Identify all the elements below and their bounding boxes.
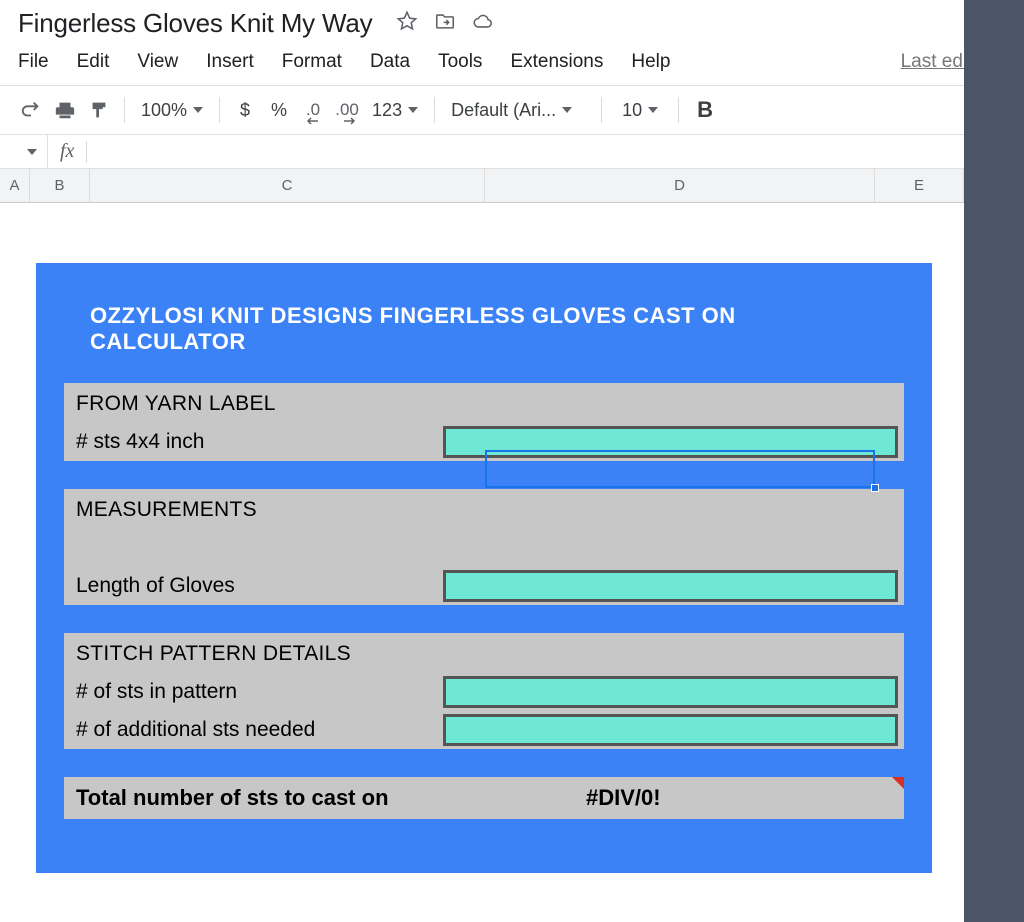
section-header: STITCH PATTERN DETAILS (64, 633, 440, 673)
separator (434, 97, 435, 123)
calculator-panel: OZZYLOSI KNIT DESIGNS FINGERLESS GLOVES … (36, 263, 932, 873)
print-icon[interactable] (48, 93, 82, 127)
bold-button[interactable]: B (687, 97, 723, 123)
paint-format-icon[interactable] (82, 93, 116, 127)
move-icon[interactable] (434, 10, 456, 37)
font-family-value: Default (Ari... (451, 100, 556, 121)
total-value: #DIV/0! (586, 785, 661, 811)
section-stitch-pattern: STITCH PATTERN DETAILS # of sts in patte… (64, 633, 904, 749)
increase-decimal-button[interactable]: .00 (330, 93, 364, 127)
zoom-value: 100% (141, 100, 187, 121)
caret-down-icon (408, 107, 418, 113)
row-label-length: Length of Gloves (64, 567, 440, 605)
redo-icon[interactable] (14, 93, 48, 127)
menu-file[interactable]: File (18, 49, 63, 75)
column-header-b[interactable]: B (30, 169, 90, 202)
star-icon[interactable] (396, 10, 418, 37)
row-label-sts-pattern: # of sts in pattern (64, 673, 440, 711)
column-header-c[interactable]: C (90, 169, 485, 202)
menu-help[interactable]: Help (617, 49, 684, 75)
spreadsheet-grid[interactable]: OZZYLOSI KNIT DESIGNS FINGERLESS GLOVES … (0, 203, 964, 885)
decrease-decimal-button[interactable]: .0 (296, 93, 330, 127)
section-measurements: MEASUREMENTS Length of Gloves (64, 489, 904, 605)
toolbar: 100% $ % .0 .00 123 Default (Ari... 10 B (0, 86, 1024, 134)
menu-tools[interactable]: Tools (424, 49, 496, 75)
menu-bar: File Edit View Insert Format Data Tools … (0, 45, 1024, 85)
caret-down-icon (562, 107, 572, 113)
format-percent-button[interactable]: % (262, 93, 296, 127)
menu-insert[interactable]: Insert (192, 49, 268, 75)
font-size-value: 10 (622, 100, 642, 121)
caret-down-icon (648, 107, 658, 113)
title-bar: Fingerless Gloves Knit My Way (0, 0, 1024, 45)
row-label-sts-4x4: # sts 4x4 inch (64, 423, 440, 461)
format-currency-button[interactable]: $ (228, 93, 262, 127)
column-header-row: A B C D E (0, 169, 1024, 203)
cloud-status-icon[interactable] (472, 10, 494, 37)
section-header: FROM YARN LABEL (64, 383, 440, 423)
right-side-panel (964, 0, 1024, 922)
document-title[interactable]: Fingerless Gloves Knit My Way (18, 8, 372, 39)
selection-handle[interactable] (871, 484, 879, 492)
font-size-dropdown[interactable]: 10 (610, 100, 670, 121)
menu-data[interactable]: Data (356, 49, 424, 75)
section-yarn-label: FROM YARN LABEL # sts 4x4 inch (64, 383, 904, 461)
menu-format[interactable]: Format (268, 49, 356, 75)
more-formats-label: 123 (372, 100, 402, 121)
error-indicator-icon[interactable] (892, 777, 904, 789)
separator (678, 97, 679, 123)
calculator-title: OZZYLOSI KNIT DESIGNS FINGERLESS GLOVES … (90, 303, 878, 355)
fx-label: fx (48, 140, 86, 163)
column-header-a[interactable]: A (0, 169, 30, 202)
menu-edit[interactable]: Edit (63, 49, 124, 75)
more-formats-dropdown[interactable]: 123 (364, 100, 426, 121)
formula-bar: fx (0, 135, 1024, 169)
input-sts-4x4[interactable] (443, 426, 898, 458)
row-label-additional-sts: # of additional sts needed (64, 711, 440, 749)
formula-input[interactable] (87, 135, 1024, 168)
input-length[interactable] (443, 570, 898, 602)
caret-down-icon (27, 149, 37, 155)
section-header: MEASUREMENTS (64, 489, 440, 529)
font-family-dropdown[interactable]: Default (Ari... (443, 100, 593, 121)
total-label: Total number of sts to cast on (76, 785, 586, 811)
caret-down-icon (193, 107, 203, 113)
input-additional-sts[interactable] (443, 714, 898, 746)
total-row: Total number of sts to cast on #DIV/0! (64, 777, 904, 819)
separator (124, 97, 125, 123)
menu-extensions[interactable]: Extensions (496, 49, 617, 75)
column-header-e[interactable]: E (875, 169, 964, 202)
separator (601, 97, 602, 123)
column-header-d[interactable]: D (485, 169, 875, 202)
name-box[interactable] (0, 135, 48, 168)
separator (219, 97, 220, 123)
zoom-dropdown[interactable]: 100% (133, 100, 211, 121)
menu-view[interactable]: View (123, 49, 192, 75)
input-sts-pattern[interactable] (443, 676, 898, 708)
